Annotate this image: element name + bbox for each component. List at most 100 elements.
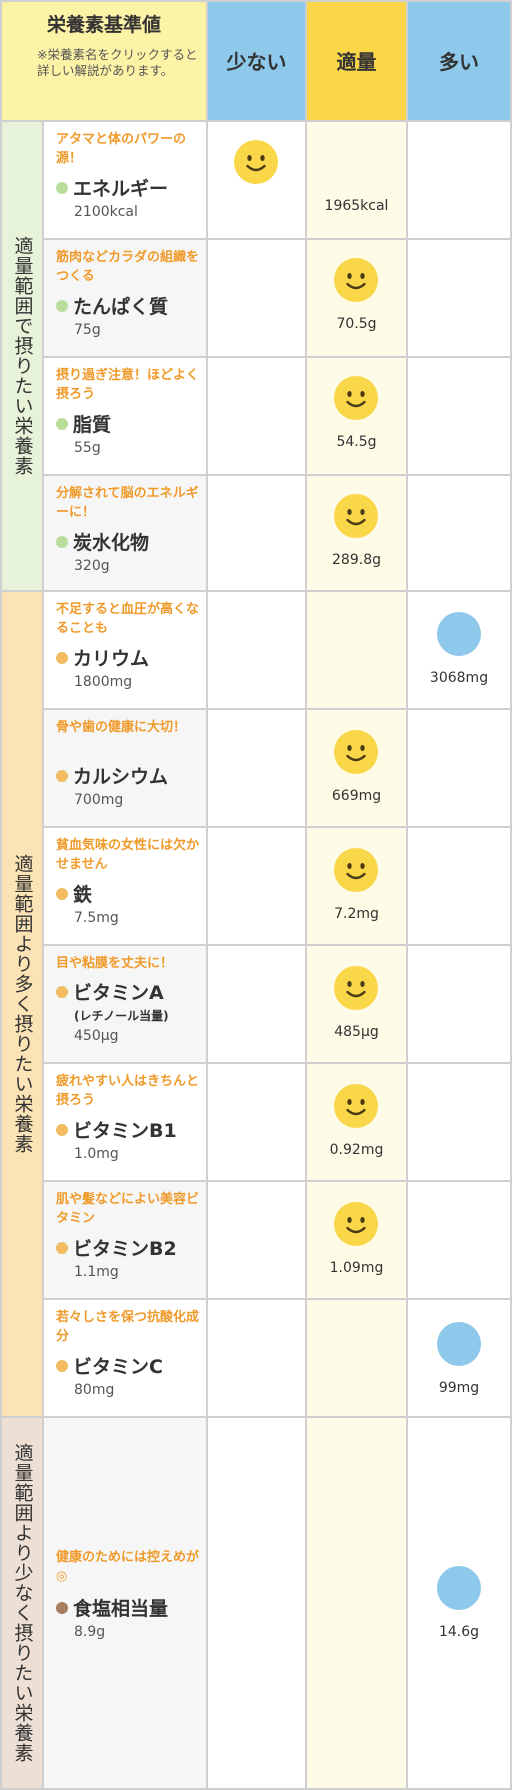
orange-dot-icon [56, 1124, 68, 1136]
grid-line [305, 0, 307, 1790]
intake-value: 14.6g [438, 1624, 480, 1640]
column-ok [307, 122, 406, 1788]
smiley-face-icon [334, 1202, 378, 1246]
orange-dot-icon [56, 1360, 68, 1372]
nutrient-name-link[interactable]: 鉄 [56, 880, 92, 907]
grid-line [0, 1416, 512, 1418]
header-corner: 栄養素基準値 ※栄養素名をクリックすると詳しい解説があります。 [2, 2, 206, 120]
nutrient-tagline: アタマと体のパワーの源！ [56, 132, 187, 166]
nutrient-cell-potassium[interactable]: 不足すると血圧が高くなることも カリウム 1800mg [44, 592, 206, 708]
nutrient-name-link[interactable]: 食塩相当量 [56, 1594, 168, 1621]
nutrient-tagline: 不足すると血圧が高くなることも [56, 602, 200, 636]
nutrient-standard-amount: 75g [74, 322, 101, 338]
nutrient-name: カリウム [73, 648, 150, 670]
smiley-face-icon [334, 848, 378, 892]
nutrient-cell-iron[interactable]: 貧血気味の女性には欠かせません 鉄 7.5mg [44, 828, 206, 944]
blue-circle-icon [437, 1566, 481, 1610]
nutrient-cell-energy[interactable]: アタマと体のパワーの源！ エネルギー 2100kcal [44, 122, 206, 238]
nutrient-name-link[interactable]: 炭水化物 [56, 528, 149, 555]
nutrient-cell-calcium[interactable]: 骨や歯の健康に大切！ カルシウム 700mg [44, 710, 206, 826]
nutrient-standard-amount: 2100kcal [74, 204, 138, 220]
nutrient-name-link[interactable]: ビタミンC [56, 1352, 163, 1379]
nutrient-standard-amount: 55g [74, 440, 101, 456]
grid-line [0, 0, 512, 2]
green-dot-icon [56, 536, 68, 548]
grid-line [42, 474, 512, 476]
intake-value: 0.92mg [329, 1142, 384, 1158]
nutrient-name: カルシウム [73, 766, 169, 788]
nutrient-name-link[interactable]: ビタミンB1 [56, 1116, 177, 1143]
nutrient-tagline: 貧血気味の女性には欠かせません [56, 838, 200, 872]
nutrient-name: 炭水化物 [73, 532, 150, 554]
nutrient-tagline: 目や粘膜を丈夫に！ [56, 956, 174, 971]
intake-value: 7.2mg [334, 906, 379, 922]
grid-line [0, 0, 2, 1790]
smiley-face-icon [334, 730, 378, 774]
group-label-text: 適量範囲より多く摂りたい栄養素 [11, 854, 34, 1154]
nutrient-name: ビタミンA [73, 982, 164, 1004]
grid-line [42, 826, 512, 828]
nutrient-name-link[interactable]: ビタミンB2 [56, 1234, 177, 1261]
column-ok-label: 適量 [336, 50, 377, 74]
grid-line [42, 120, 44, 1790]
nutrient-name-link[interactable]: カルシウム [56, 762, 168, 789]
nutrient-name: 脂質 [73, 414, 112, 436]
header-note: ※栄養素名をクリックすると詳しい解説があります。 [37, 47, 198, 78]
nutrient-name-link[interactable]: 脂質 [56, 410, 111, 437]
blue-circle-icon [437, 612, 481, 656]
nutrient-cell-vitamin-b1[interactable]: 疲れやすい人はきちんと摂ろう ビタミンB1 1.0mg [44, 1064, 206, 1180]
orange-dot-icon [56, 986, 68, 998]
column-high [408, 122, 510, 1788]
nutrient-name: たんぱく質 [73, 296, 169, 318]
orange-dot-icon [56, 652, 68, 664]
nutrient-cell-vitamin-a[interactable]: 目や粘膜を丈夫に！ ビタミンA (レチノール当量) 450μg [44, 946, 206, 1062]
table-title: 栄養素基準値 [46, 14, 161, 36]
column-low-label: 少ない [226, 50, 287, 74]
grid-line [406, 0, 408, 1790]
nutrient-standard-amount: 1800mg [74, 674, 133, 690]
column-header-high: 多い [408, 2, 510, 120]
grid-line [0, 120, 512, 122]
nutrient-name-link[interactable]: ビタミンA [56, 978, 164, 1005]
intake-value: 289.8g [332, 552, 381, 568]
nutrient-tagline: 若々しさを保つ抗酸化成分 [56, 1310, 200, 1344]
nutrient-tagline: 筋肉などカラダの組織をつくる [56, 250, 200, 284]
nutrient-cell-fat[interactable]: 摂り過ぎ注意！ほどよく摂ろう 脂質 55g [44, 358, 206, 474]
smiley-face-icon [334, 258, 378, 302]
nutrient-cell-salt[interactable]: 健康のためには控えめが◎ 食塩相当量 8.9g [44, 1418, 206, 1788]
orange-dot-icon [56, 770, 68, 782]
nutrient-tagline: 分解されて脳のエネルギーに！ [56, 486, 199, 520]
intake-value: 1.09mg [329, 1260, 384, 1276]
intake-value: 3068mg [429, 670, 489, 686]
group-label-less: 適量範囲より少なく摂りたい栄養素 [2, 1418, 42, 1788]
intake-value: 54.5g [336, 434, 377, 450]
intake-value: 669mg [331, 788, 382, 804]
grid-line [42, 238, 512, 240]
nutrient-tagline: 健康のためには控えめが◎ [56, 1550, 200, 1584]
nutrient-cell-vitamin-c[interactable]: 若々しさを保つ抗酸化成分 ビタミンC 80mg [44, 1300, 206, 1416]
nutrient-name-link[interactable]: エネルギー [56, 174, 168, 201]
group-label-moderate: 適量範囲で摂りたい栄養素 [2, 122, 42, 590]
intake-value: 485μg [334, 1024, 379, 1040]
nutrient-name-link[interactable]: カリウム [56, 644, 149, 671]
nutrient-cell-carbohydrate[interactable]: 分解されて脳のエネルギーに！ 炭水化物 320g [44, 476, 206, 590]
nutrient-standard-amount: 450μg [74, 1028, 119, 1044]
grid-line [42, 1298, 512, 1300]
nutrition-table: 栄養素基準値 ※栄養素名をクリックすると詳しい解説があります。 少ない 適量 多… [0, 0, 512, 1790]
nutrient-standard-amount: 7.5mg [74, 910, 119, 926]
nutrient-name: ビタミンC [73, 1356, 163, 1378]
smiley-face-icon [334, 494, 378, 538]
nutrient-tagline: 疲れやすい人はきちんと摂ろう [56, 1074, 200, 1108]
column-header-low: 少ない [208, 2, 305, 120]
orange-dot-icon [56, 888, 68, 900]
nutrient-cell-vitamin-b2[interactable]: 肌や髪などによい美容ビタミン ビタミンB2 1.1mg [44, 1182, 206, 1298]
smiley-face-icon [234, 140, 278, 184]
column-high-label: 多い [439, 50, 479, 74]
group-label-text: 適量範囲で摂りたい栄養素 [11, 236, 34, 476]
grid-line [0, 590, 512, 592]
nutrient-cell-protein[interactable]: 筋肉などカラダの組織をつくる たんぱく質 75g [44, 240, 206, 356]
nutrient-name-link[interactable]: たんぱく質 [56, 292, 168, 319]
intake-value: 1965kcal [324, 198, 389, 214]
nutrient-name: 鉄 [73, 884, 93, 906]
nutrient-standard-amount: 320g [74, 558, 110, 574]
